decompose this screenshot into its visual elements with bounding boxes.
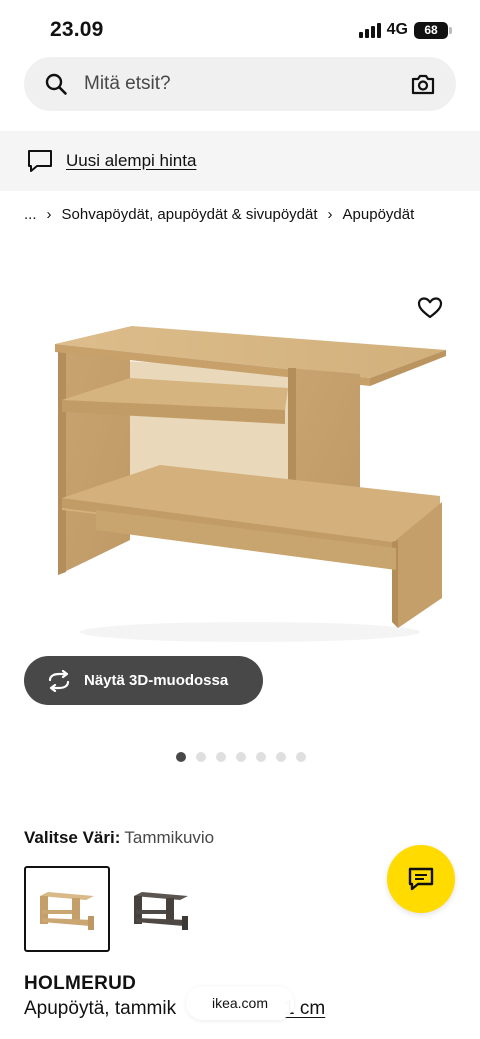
breadcrumb-item-tables[interactable]: Sohvapöydät, apupöydät & sivupöydät [62, 206, 318, 223]
favorite-button[interactable] [414, 292, 446, 324]
search-input[interactable] [84, 73, 410, 95]
camera-icon[interactable] [410, 71, 436, 97]
browser-domain-pill[interactable]: ikea.com [186, 986, 294, 1020]
chat-icon [408, 867, 434, 891]
color-swatch-oak[interactable] [24, 866, 110, 952]
chat-bubble-icon [28, 150, 52, 172]
chevron-right-icon: › [327, 206, 333, 223]
selected-color-value: Tammikuvio [124, 828, 215, 847]
carousel-dot[interactable] [176, 752, 186, 762]
color-swatch-dark[interactable] [118, 866, 204, 952]
status-indicators: 4G 68 [358, 21, 452, 39]
breadcrumb-item-side-tables[interactable]: Apupöydät [343, 206, 415, 223]
promo-banner: Uusi alempi hinta [0, 131, 480, 191]
product-image[interactable] [0, 260, 480, 680]
rotate-3d-icon [48, 669, 70, 692]
product-name: HOLMERUD [24, 973, 137, 994]
carousel-dots [176, 752, 306, 762]
carousel-dot[interactable] [256, 752, 266, 762]
view-3d-button[interactable]: Näytä 3D-muodossa [24, 656, 263, 705]
status-time: 23.09 [50, 18, 104, 41]
color-selector-label: Valitse Väri: Tammikuvio [24, 828, 214, 848]
breadcrumb-item-more[interactable]: ... [24, 206, 37, 223]
color-label-title: Valitse Väri: [24, 828, 121, 847]
product-description: Apupöytä, tammik [24, 998, 177, 1019]
heart-icon [417, 297, 443, 319]
signal-icon [358, 22, 381, 38]
carousel-dot[interactable] [296, 752, 306, 762]
carousel-dot[interactable] [276, 752, 286, 762]
search-bar[interactable] [24, 57, 456, 111]
chat-button[interactable] [387, 845, 455, 913]
chevron-right-icon: › [46, 206, 52, 223]
carousel-dot[interactable] [216, 752, 226, 762]
status-bar: 23.09 4G 68 [0, 0, 480, 56]
view-3d-label: Näytä 3D-muodossa [84, 672, 229, 689]
network-type: 4G [386, 21, 408, 38]
battery-icon: 68 [414, 21, 452, 39]
price-peek [24, 1030, 104, 1039]
search-icon [45, 73, 67, 95]
carousel-dot[interactable] [236, 752, 246, 762]
breadcrumb: ... › Sohvapöydät, apupöydät & sivupöydä… [24, 206, 414, 223]
promo-link[interactable]: Uusi alempi hinta [66, 151, 196, 171]
dark-table-thumbnail [134, 892, 188, 930]
oak-table-thumbnail [40, 892, 94, 930]
carousel-dot[interactable] [196, 752, 206, 762]
